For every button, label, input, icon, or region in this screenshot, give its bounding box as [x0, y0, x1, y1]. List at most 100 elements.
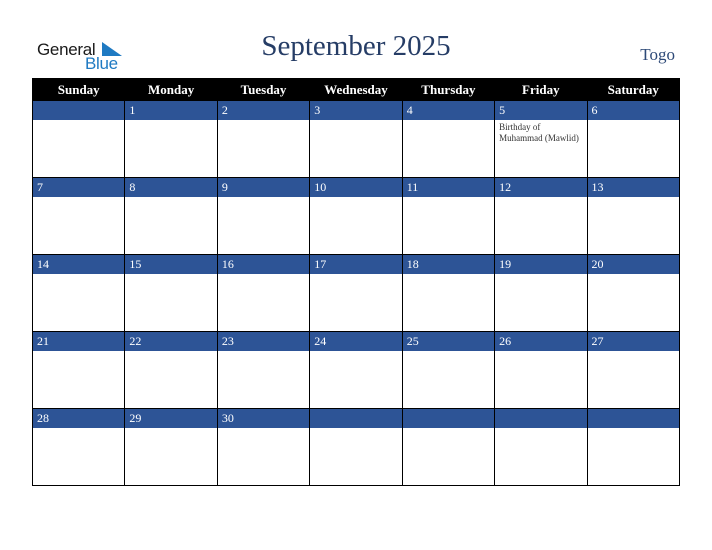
day-cell[interactable]	[124, 428, 218, 486]
day-cell[interactable]	[401, 428, 496, 486]
day-number: 15	[124, 254, 218, 274]
holiday-label	[403, 120, 494, 124]
day-cell[interactable]	[124, 351, 218, 409]
day-cell[interactable]	[586, 120, 681, 178]
day-number: 29	[124, 408, 218, 428]
day-cell[interactable]	[309, 274, 403, 332]
day-number: 9	[216, 177, 311, 197]
day-cell[interactable]	[216, 351, 311, 409]
holiday-label	[588, 428, 679, 432]
day-cell[interactable]	[494, 428, 588, 486]
holiday-label	[588, 274, 679, 278]
country-label: Togo	[640, 45, 675, 64]
day-number: 12	[494, 177, 588, 197]
day-cell[interactable]	[401, 197, 496, 255]
day-number	[586, 408, 681, 428]
week-event-row	[31, 351, 681, 409]
holiday-label	[218, 351, 309, 355]
day-number: 4	[401, 101, 496, 120]
day-number: 28	[31, 408, 126, 428]
day-cell[interactable]	[31, 351, 126, 409]
day-cell[interactable]	[309, 428, 403, 486]
day-cell[interactable]	[31, 197, 126, 255]
day-cell[interactable]	[494, 274, 588, 332]
day-number: 10	[309, 177, 403, 197]
day-cell[interactable]: Birthday of Muhammad (Mawlid)	[494, 120, 588, 178]
day-cell[interactable]	[216, 274, 311, 332]
weekday-header: Tuesday	[216, 78, 311, 101]
day-number: 7	[31, 177, 126, 197]
day-cell[interactable]	[216, 428, 311, 486]
day-cell[interactable]	[31, 274, 126, 332]
day-number: 19	[494, 254, 588, 274]
holiday-label	[125, 120, 216, 124]
day-cell[interactable]	[401, 351, 496, 409]
day-number: 16	[216, 254, 311, 274]
day-cell[interactable]	[586, 351, 681, 409]
day-cell[interactable]	[401, 274, 496, 332]
day-number: 6	[586, 101, 681, 120]
day-number: 24	[309, 331, 403, 351]
day-number: 26	[494, 331, 588, 351]
day-number: 21	[31, 331, 126, 351]
day-cell[interactable]	[31, 120, 126, 178]
day-cell[interactable]	[494, 351, 588, 409]
holiday-label	[218, 197, 309, 201]
holiday-label	[495, 274, 586, 278]
day-cell[interactable]	[586, 428, 681, 486]
page-title: September 2025	[261, 30, 451, 62]
day-cell[interactable]	[216, 120, 311, 178]
day-number: 1	[124, 101, 218, 120]
day-number: 25	[401, 331, 496, 351]
week-date-band: 14 15 16 17 18 19 20	[31, 254, 681, 274]
week-date-band: 28 29 30	[31, 408, 681, 428]
weekday-header-row: Sunday Monday Tuesday Wednesday Thursday…	[31, 78, 681, 101]
day-number: 3	[309, 101, 403, 120]
week-date-band: 123456	[31, 101, 681, 120]
day-number: 27	[586, 331, 681, 351]
holiday-label	[495, 197, 586, 201]
week-date-band: 21 22 23 24 25 26 27	[31, 331, 681, 351]
holiday-label	[310, 197, 401, 201]
holiday-label	[125, 428, 216, 432]
day-cell[interactable]	[586, 274, 681, 332]
day-cell[interactable]	[31, 428, 126, 486]
day-cell[interactable]	[124, 274, 218, 332]
day-number	[401, 408, 496, 428]
holiday-label	[218, 120, 309, 124]
holiday-label	[125, 197, 216, 201]
week-date-band: 7 8 9 10 11 12 13	[31, 177, 681, 197]
holiday-label	[495, 351, 586, 355]
weekday-header: Friday	[494, 78, 588, 101]
holiday-label	[588, 351, 679, 355]
day-number: 22	[124, 331, 218, 351]
weekday-header: Saturday	[586, 78, 681, 101]
holiday-label	[33, 197, 124, 201]
holiday-label	[588, 197, 679, 201]
holiday-label	[125, 274, 216, 278]
week-event-row: Birthday of Muhammad (Mawlid)	[31, 120, 681, 178]
day-number: 2	[216, 101, 311, 120]
holiday-label	[218, 428, 309, 432]
week-event-row	[31, 274, 681, 332]
day-cell[interactable]	[494, 197, 588, 255]
day-cell[interactable]	[401, 120, 496, 178]
holiday-label	[403, 274, 494, 278]
weekday-header: Sunday	[31, 78, 126, 101]
day-number: 13	[586, 177, 681, 197]
week-event-row	[31, 197, 681, 255]
holiday-label	[125, 351, 216, 355]
holiday-label	[310, 351, 401, 355]
day-cell[interactable]	[309, 120, 403, 178]
day-cell[interactable]	[309, 351, 403, 409]
holiday-label	[403, 351, 494, 355]
day-cell[interactable]	[216, 197, 311, 255]
holiday-label	[33, 428, 124, 432]
day-number: 30	[216, 408, 311, 428]
day-cell[interactable]	[309, 197, 403, 255]
holiday-label	[218, 274, 309, 278]
day-cell[interactable]	[124, 120, 218, 178]
day-cell[interactable]	[124, 197, 218, 255]
day-number: 5	[494, 101, 588, 120]
day-cell[interactable]	[586, 197, 681, 255]
